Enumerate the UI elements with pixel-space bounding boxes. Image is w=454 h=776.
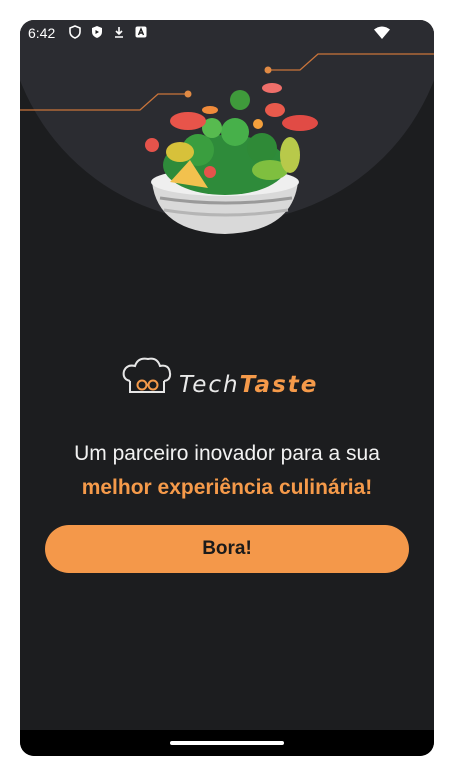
app-screen: 6:42 TechTaste Um parceiro inovador para…	[20, 20, 434, 756]
bora-button[interactable]: Bora!	[45, 525, 409, 573]
status-bar: 6:42	[20, 20, 434, 46]
shield-icon	[69, 25, 81, 39]
hero-illustration	[20, 20, 434, 234]
brand-taste: Taste	[239, 372, 319, 398]
navigation-bar	[20, 730, 434, 756]
brand-wordmark: TechTaste	[179, 372, 318, 398]
download-icon	[115, 27, 123, 38]
status-time: 6:42	[28, 25, 56, 41]
brand-tech: Tech	[179, 372, 240, 398]
tagline-line1: Um parceiro inovador para a sua	[74, 442, 380, 465]
home-gesture-handle[interactable]	[170, 741, 284, 745]
tagline-line2: melhor experiência culinária!	[81, 476, 373, 499]
wifi-icon	[374, 26, 390, 39]
accessibility-icon	[135, 26, 147, 38]
status-icons	[68, 25, 148, 39]
play-protect-icon	[92, 26, 102, 38]
